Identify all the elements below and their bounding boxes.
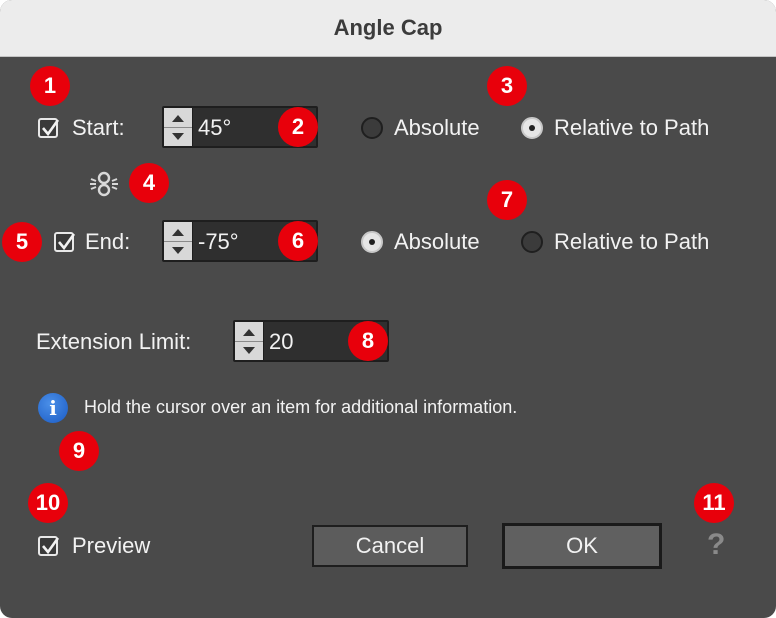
chevron-down-icon[interactable] (164, 241, 192, 260)
chevron-up-icon[interactable] (235, 322, 263, 342)
annotation-badge: 2 (278, 107, 318, 147)
extension-limit-label: Extension Limit: (36, 329, 192, 354)
ok-button[interactable]: OK (502, 523, 662, 569)
annotation-badge: 3 (487, 66, 527, 106)
start-relative-radio[interactable] (521, 117, 543, 139)
start-label: Start: (72, 115, 125, 140)
help-icon[interactable]: ? (707, 528, 725, 562)
preview-label: Preview (72, 533, 151, 558)
start-absolute-label: Absolute (394, 115, 480, 140)
annotation-badge: 1 (30, 66, 70, 106)
start-angle-value[interactable]: 45° (198, 115, 231, 141)
start-relative-label: Relative to Path (554, 115, 710, 140)
end-relative-radio[interactable] (521, 231, 543, 253)
extension-limit-value[interactable]: 20 (269, 329, 293, 355)
end-absolute-label: Absolute (394, 229, 480, 254)
start-absolute-radio[interactable] (361, 117, 383, 139)
cancel-button[interactable]: Cancel (312, 525, 468, 567)
end-checkbox[interactable] (54, 232, 76, 252)
start-checkbox[interactable] (38, 118, 60, 138)
annotation-badge: 4 (129, 163, 169, 203)
end-angle-value[interactable]: -75° (198, 229, 239, 255)
chevron-down-icon[interactable] (164, 127, 192, 146)
end-relative-label: Relative to Path (554, 229, 710, 254)
start-stepper-arrows[interactable] (164, 108, 193, 146)
preview-checkbox[interactable] (38, 536, 60, 556)
info-icon: i (38, 393, 68, 423)
link-icon[interactable] (88, 170, 120, 198)
info-text: Hold the cursor over an item for additio… (84, 397, 518, 417)
end-stepper-arrows[interactable] (164, 222, 193, 260)
angle-cap-dialog: Angle Cap Start: 45° Absolute Relative t… (0, 0, 776, 618)
title-bar[interactable]: Angle Cap (0, 0, 776, 57)
annotation-badge: 9 (59, 431, 99, 471)
annotation-badge: 5 (2, 222, 42, 262)
chevron-up-icon[interactable] (164, 222, 192, 242)
annotation-badge: 6 (278, 221, 318, 261)
chevron-up-icon[interactable] (164, 108, 192, 128)
extension-stepper-arrows[interactable] (235, 322, 264, 360)
annotation-badge: 10 (28, 483, 68, 523)
dialog-title: Angle Cap (333, 15, 443, 40)
chevron-down-icon[interactable] (235, 341, 263, 360)
end-absolute-radio[interactable] (361, 231, 383, 253)
end-label: End: (85, 229, 131, 254)
annotation-badge: 8 (348, 321, 388, 361)
annotation-badge: 11 (694, 483, 734, 523)
annotation-badge: 7 (487, 180, 527, 220)
